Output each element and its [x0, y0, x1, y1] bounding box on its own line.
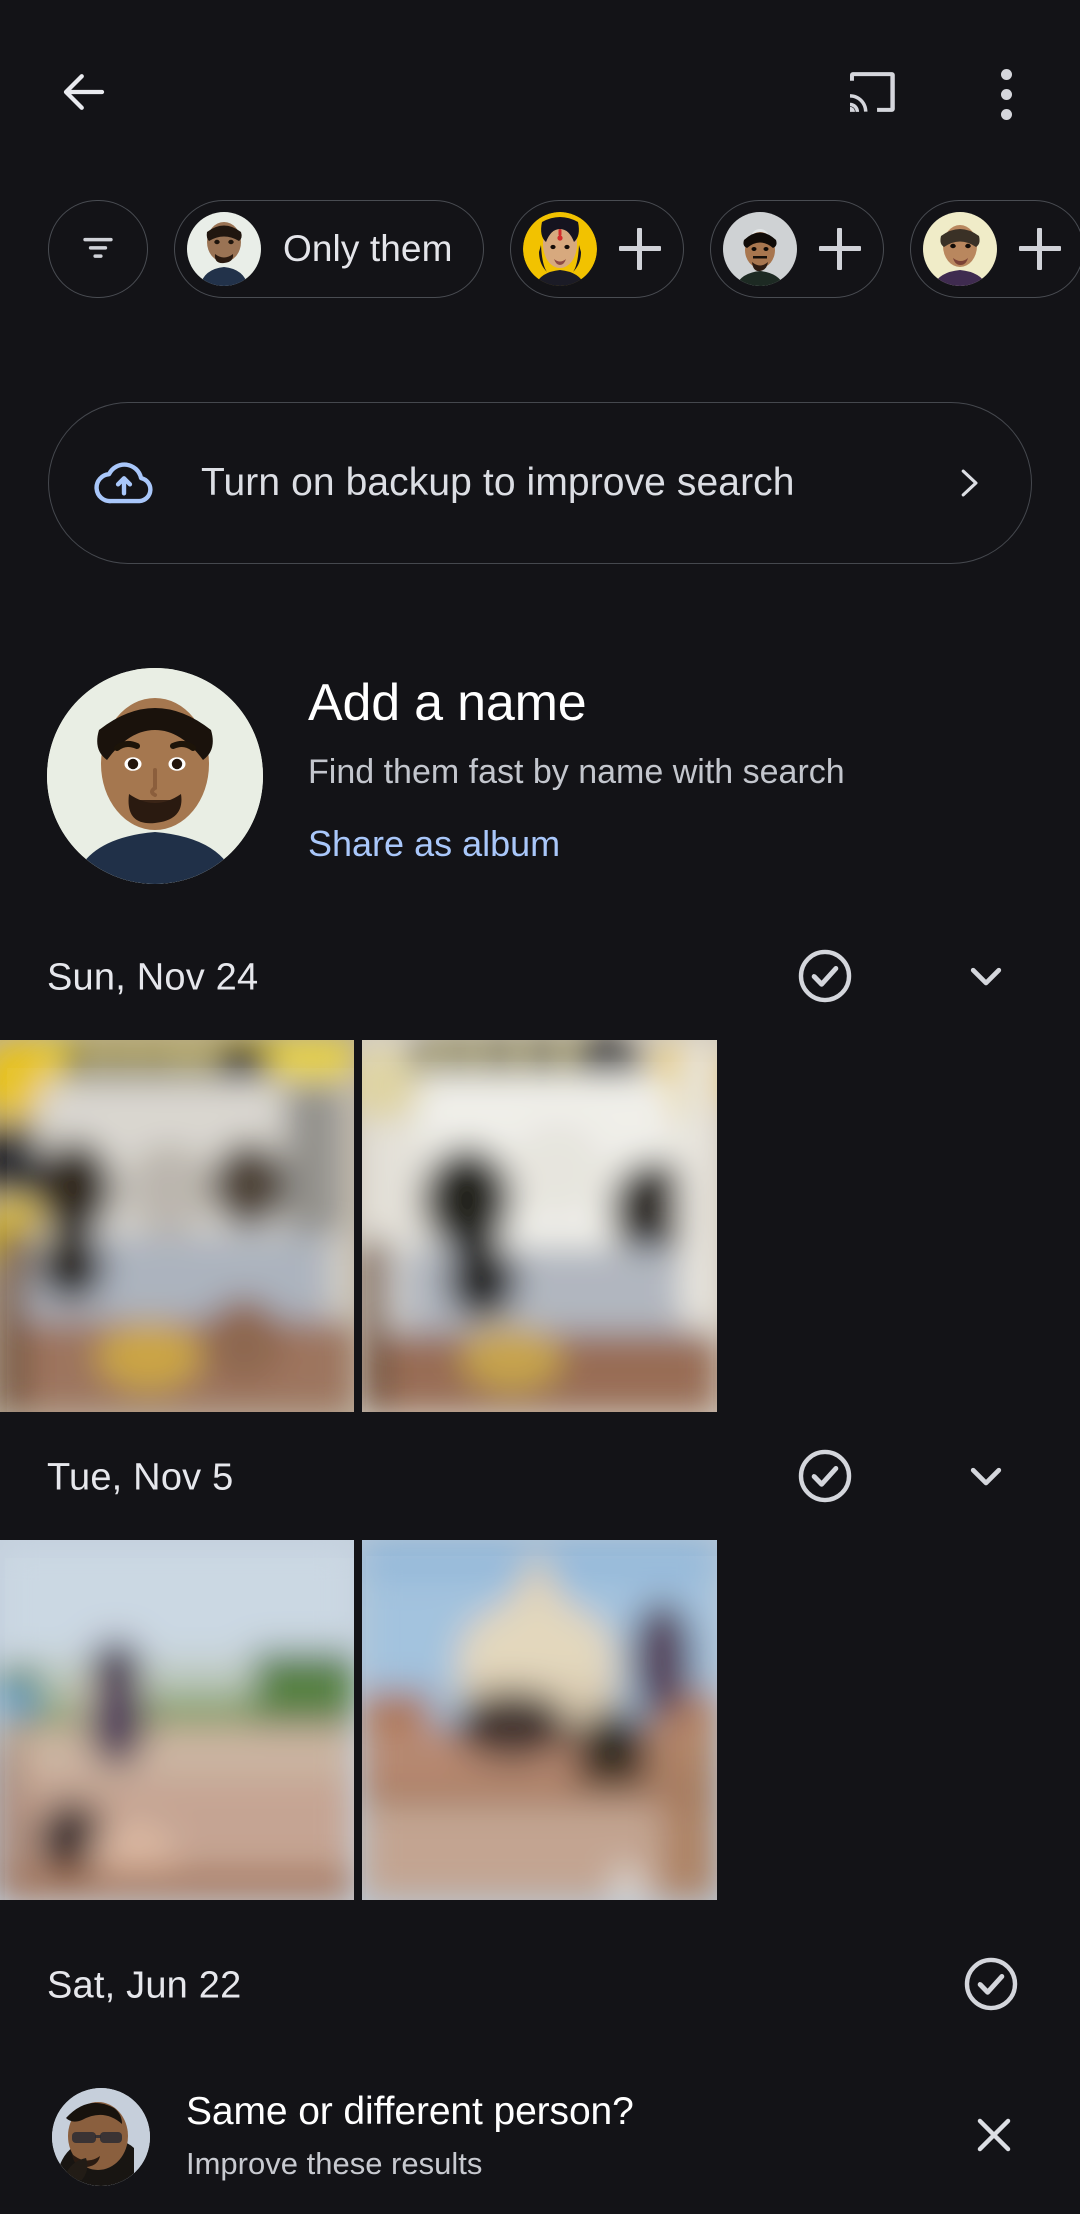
banner-subtitle: Improve these results	[186, 2146, 483, 2181]
close-banner-button[interactable]	[948, 2091, 1040, 2183]
add-name-block: Add a name Find them fast by name with s…	[0, 650, 1080, 890]
date-header-2: Sat, Jun 22	[0, 1938, 1080, 2034]
date-header-0: Sun, Nov 24	[0, 930, 1080, 1026]
banner-texts: Same or different person? Improve these …	[150, 2087, 948, 2187]
photos-person-screen: Only them Turn on backup to improve sear…	[0, 0, 1080, 2214]
select-all-button[interactable]	[787, 940, 863, 1016]
plus-icon	[618, 228, 661, 270]
add-name-subtitle: Find them fast by name with search	[308, 753, 845, 791]
select-all-button[interactable]	[787, 1440, 863, 1516]
filter-list-icon	[76, 225, 120, 274]
banner-title[interactable]: Same or different person?	[186, 2087, 948, 2137]
share-as-album-link[interactable]: Share as album	[308, 816, 1008, 872]
photo-row-1	[0, 1540, 1080, 1900]
photo-thumbnail[interactable]	[0, 1540, 354, 1900]
add-name-title[interactable]: Add a name	[308, 670, 1008, 736]
face-avatar-icon	[187, 212, 261, 286]
face-avatar-icon	[922, 212, 997, 286]
photo-thumbnail[interactable]	[362, 1040, 717, 1412]
cloud-upload-icon	[93, 452, 155, 514]
arrow-back-icon	[57, 65, 111, 124]
plus-icon	[1018, 228, 1061, 270]
add-person-button[interactable]	[797, 228, 883, 270]
check-circle-icon	[794, 1445, 856, 1512]
expand-button[interactable]	[948, 1440, 1024, 1516]
chip-person-add-2[interactable]	[709, 200, 884, 298]
chevron-down-icon	[958, 948, 1014, 1009]
close-icon	[968, 2109, 1020, 2166]
photo-row-0	[0, 1040, 1080, 1412]
app-bar	[0, 0, 1080, 190]
person-avatar[interactable]	[47, 668, 263, 884]
date-label: Tue, Nov 5	[47, 1456, 234, 1499]
face-avatar-icon	[722, 212, 797, 286]
plus-icon	[818, 228, 861, 270]
chip-person-add-3[interactable]	[909, 200, 1080, 298]
face-avatar-icon	[522, 212, 597, 286]
add-person-button[interactable]	[997, 228, 1080, 270]
chip-label: Only them	[283, 228, 453, 269]
photo-thumbnail-partial[interactable]	[725, 1540, 1080, 1900]
check-circle-icon	[794, 945, 856, 1012]
chip-person-only-them[interactable]: Only them	[174, 200, 484, 298]
cast-button[interactable]	[825, 48, 917, 140]
chevron-down-icon	[958, 1448, 1014, 1509]
chevron-right-icon	[949, 464, 987, 502]
add-name-texts: Add a name Find them fast by name with s…	[308, 670, 1008, 872]
cast-icon	[843, 64, 899, 125]
people-filter-chip-row[interactable]: Only them	[0, 198, 1080, 300]
date-label: Sat, Jun 22	[47, 1964, 242, 2007]
back-button[interactable]	[38, 48, 130, 140]
photo-thumbnail[interactable]	[362, 1540, 717, 1900]
backup-banner[interactable]: Turn on backup to improve search	[48, 402, 1032, 564]
expand-button[interactable]	[948, 940, 1024, 1016]
same-or-different-person-banner: Same or different person? Improve these …	[0, 2060, 1080, 2214]
add-person-button[interactable]	[597, 228, 683, 270]
person-avatar-glasses[interactable]	[52, 2088, 150, 2186]
photo-thumbnail[interactable]	[0, 1040, 354, 1412]
filter-chip[interactable]	[48, 200, 148, 298]
date-label: Sun, Nov 24	[47, 956, 259, 999]
chip-person-add-1[interactable]	[509, 200, 684, 298]
photo-thumbnail-partial[interactable]	[725, 1040, 1080, 1412]
more-options-button[interactable]	[960, 48, 1052, 140]
more-vert-icon	[1000, 68, 1012, 120]
date-header-1: Tue, Nov 5	[0, 1430, 1080, 1526]
check-circle-icon	[960, 1953, 1022, 2020]
select-all-button[interactable]	[953, 1948, 1029, 2024]
backup-banner-text: Turn on backup to improve search	[201, 461, 795, 504]
